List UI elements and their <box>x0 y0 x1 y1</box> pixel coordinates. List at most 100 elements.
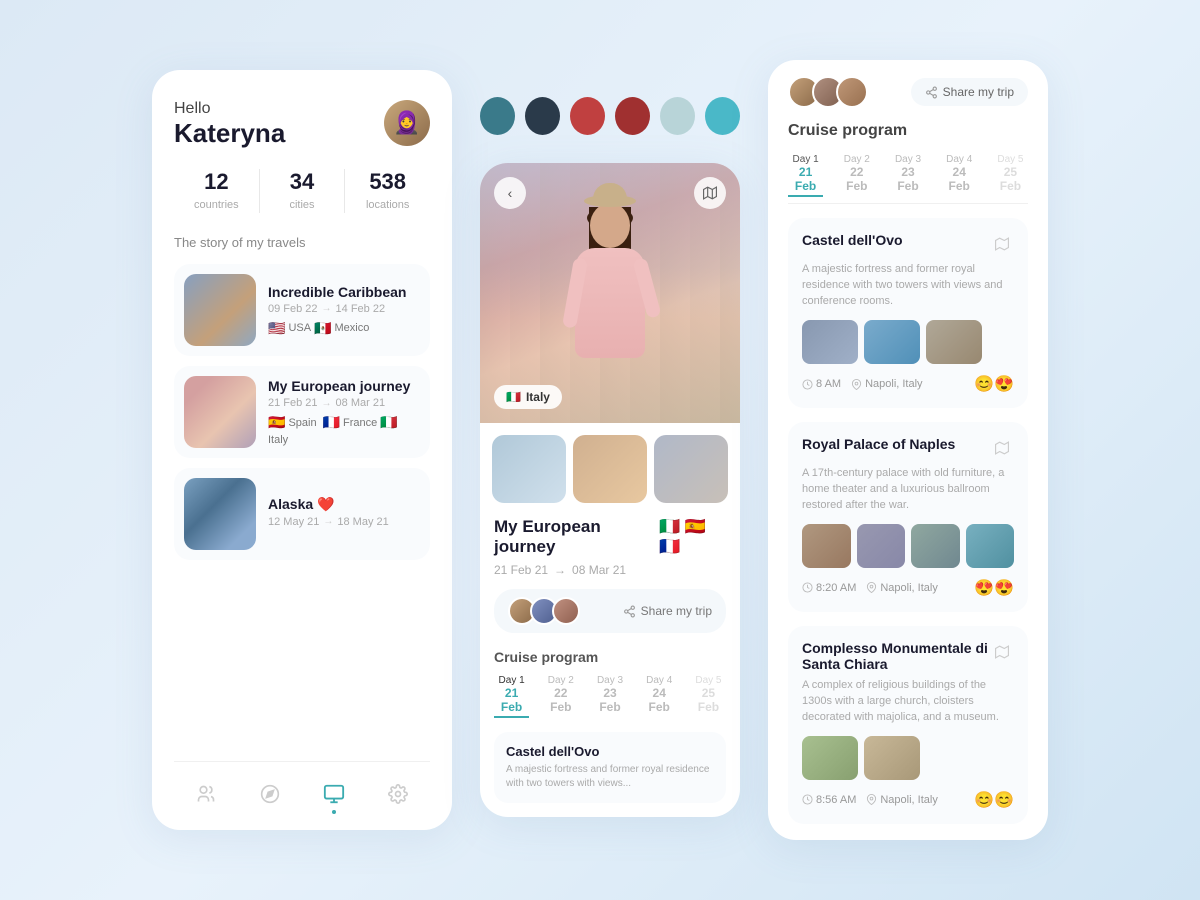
place-thumb-castel-1 <box>802 320 858 364</box>
place-name-complesso: Complesso Monumentale di Santa Chiara <box>802 640 990 672</box>
place-cards-list: Castel dell'Ovo A majestic fortress and … <box>788 218 1028 823</box>
avatar[interactable]: 🧕 <box>384 100 430 146</box>
hero-back-button[interactable]: ‹ <box>494 177 526 209</box>
place-card-header-complesso: Complesso Monumentale di Santa Chiara <box>802 640 1014 672</box>
trip-name-european: My European journey <box>268 378 420 394</box>
trip-dates-alaska: 12 May 21 → 18 May 21 <box>268 516 420 528</box>
place-card-footer-complesso: 8:56 AM Napoli, Italy 😊😊 <box>802 790 1014 810</box>
reactions-castel: 😊😍 <box>974 374 1014 394</box>
greeting-name: Kateryna <box>174 118 285 149</box>
place-card-complesso[interactable]: Complesso Monumentale di Santa Chiara A … <box>788 626 1028 824</box>
trip-thumb-european <box>184 376 256 448</box>
trip-info-european: My European journey 21 Feb 21 → 08 Mar 2… <box>268 378 420 446</box>
swatch-dark-red[interactable] <box>615 97 650 135</box>
place-thumb-complesso-2 <box>864 736 920 780</box>
nav-settings[interactable] <box>382 778 414 810</box>
reactions-complesso: 😊😊 <box>974 790 1014 810</box>
swatch-cyan[interactable] <box>705 97 740 135</box>
nav-people[interactable] <box>190 778 222 810</box>
place-meta-complesso: 8:56 AM Napoli, Italy <box>802 794 938 806</box>
trip-info-caribbean: Incredible Caribbean 09 Feb 22 → 14 Feb … <box>268 284 420 337</box>
place-card-footer-royal: 8:20 AM Napoli, Italy 😍😍 <box>802 578 1014 598</box>
day-tab-4-mid[interactable]: Day 4 24 Feb <box>642 675 677 718</box>
day-tab-right-2[interactable]: Day 2 22 Feb <box>839 154 874 197</box>
place-name-royal: Royal Palace of Naples <box>802 436 990 452</box>
place-desc-complesso: A complex of religious buildings of the … <box>802 678 1014 726</box>
place-meta-castel: 8 AM Napoli, Italy <box>802 378 923 390</box>
mid-trip-flags: 🇮🇹 🇪🇸 🇫🇷 <box>659 517 726 557</box>
time-royal: 8:20 AM <box>802 582 856 594</box>
mini-thumb-1[interactable] <box>492 435 566 503</box>
day-tab-2-mid[interactable]: Day 2 22 Feb <box>543 675 578 718</box>
hero-map-button[interactable] <box>694 177 726 209</box>
swatch-navy[interactable] <box>525 97 560 135</box>
day-tabs-right: Day 1 21 Feb Day 2 22 Feb Day 3 23 Feb D… <box>788 154 1028 204</box>
trip-thumb-caribbean <box>184 274 256 346</box>
trip-list: Incredible Caribbean 09 Feb 22 → 14 Feb … <box>174 264 430 747</box>
day-tab-5-mid[interactable]: Day 5 25 Feb <box>691 675 726 718</box>
place-thumb-castel-2 <box>864 320 920 364</box>
trip-card-caribbean[interactable]: Incredible Caribbean 09 Feb 22 → 14 Feb … <box>174 264 430 356</box>
first-place-desc-mid: A majestic fortress and former royal res… <box>506 763 714 791</box>
trip-name-alaska: Alaska ❤️ <box>268 496 420 513</box>
trip-hero: ‹ 🇮🇹 Italy <box>480 163 740 423</box>
place-desc-royal: A 17th-century palace with old furniture… <box>802 466 1014 514</box>
first-place-card-mid[interactable]: Castel dell'Ovo A majestic fortress and … <box>494 732 726 803</box>
swatch-light-teal[interactable] <box>660 97 695 135</box>
arrow-icon: → <box>322 303 332 314</box>
cruise-section-mid: Cruise program Day 1 21 Feb Day 2 22 Feb… <box>480 649 740 817</box>
trip-card-alaska[interactable]: Alaska ❤️ 12 May 21 → 18 May 21 <box>174 468 430 560</box>
place-meta-royal: 8:20 AM Napoli, Italy <box>802 582 938 594</box>
day-tab-1-mid[interactable]: Day 1 21 Feb <box>494 675 529 718</box>
avatar-mid-3 <box>552 597 580 625</box>
place-thumb-royal-2 <box>857 524 906 568</box>
nav-active-dot <box>332 810 336 814</box>
left-header: Hello Kateryna 🧕 <box>174 100 430 149</box>
day-tab-right-5[interactable]: Day 5 25 Feb <box>993 154 1028 197</box>
person-hat <box>584 195 636 207</box>
location-castel: Napoli, Italy <box>851 378 922 390</box>
day-tab-right-1[interactable]: Day 1 21 Feb <box>788 154 823 197</box>
trip-name-caribbean: Incredible Caribbean <box>268 284 420 300</box>
swatch-red-brick[interactable] <box>570 97 605 135</box>
arrow-icon-3: → <box>323 516 333 527</box>
hero-location-text: Italy <box>526 390 550 404</box>
reactions-royal: 😍😍 <box>974 578 1014 598</box>
day-tab-right-4[interactable]: Day 4 24 Feb <box>942 154 977 197</box>
share-row: Share my trip <box>494 589 726 633</box>
trip-card-european[interactable]: My European journey 21 Feb 21 → 08 Mar 2… <box>174 366 430 458</box>
right-panel: Share my trip Cruise program Day 1 21 Fe… <box>768 60 1048 839</box>
mini-thumb-2[interactable] <box>573 435 647 503</box>
arrow-icon-2: → <box>322 398 332 409</box>
day-tab-right-3[interactable]: Day 3 23 Feb <box>890 154 925 197</box>
place-thumbs-castel <box>802 320 1014 364</box>
place-thumb-royal-1 <box>802 524 851 568</box>
swatch-teal-dark[interactable] <box>480 97 515 135</box>
trip-flags-european: 🇪🇸 Spain 🇫🇷 France 🇮🇹 Italy <box>268 414 420 446</box>
place-thumbs-complesso <box>802 736 1014 780</box>
nav-trips[interactable] <box>318 778 350 810</box>
cruise-title-mid: Cruise program <box>494 649 726 665</box>
mid-panel: ‹ 🇮🇹 Italy My European journey 🇮🇹 🇪🇸 🇫🇷 … <box>480 83 740 817</box>
place-card-castel[interactable]: Castel dell'Ovo A majestic fortress and … <box>788 218 1028 408</box>
trip-dates-european: 21 Feb 21 → 08 Mar 21 <box>268 397 420 409</box>
mini-thumb-3[interactable] <box>654 435 728 503</box>
person-head <box>590 203 630 248</box>
place-card-header-royal: Royal Palace of Naples <box>802 436 1014 460</box>
avatar-right-3 <box>836 76 868 108</box>
nav-compass[interactable] <box>254 778 286 810</box>
map-icon-complesso <box>990 640 1014 664</box>
place-card-header-castel: Castel dell'Ovo <box>802 232 1014 256</box>
trip-thumb-alaska <box>184 478 256 550</box>
share-button-mid[interactable]: Share my trip <box>623 604 712 618</box>
share-button-right[interactable]: Share my trip <box>911 78 1028 106</box>
thumb-row <box>480 423 740 503</box>
avatars-stack-mid <box>508 597 580 625</box>
place-thumbs-royal <box>802 524 1014 568</box>
hero-location-flag: 🇮🇹 <box>506 390 521 404</box>
greeting-hello: Hello <box>174 100 285 118</box>
time-complesso: 8:56 AM <box>802 794 856 806</box>
place-card-royal[interactable]: Royal Palace of Naples A 17th-century pa… <box>788 422 1028 612</box>
day-tab-3-mid[interactable]: Day 3 23 Feb <box>592 675 627 718</box>
right-top-row: Share my trip <box>788 76 1028 108</box>
